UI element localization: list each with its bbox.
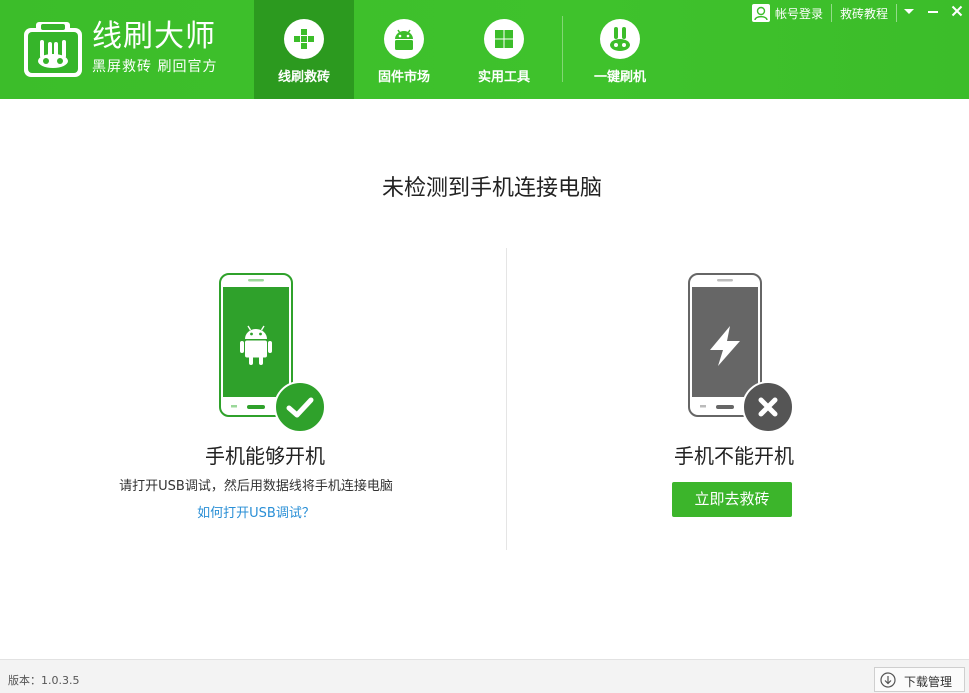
rescue-now-button[interactable]: 立即去救砖	[672, 482, 792, 517]
tab-flash-rescue[interactable]: 线刷救砖	[254, 0, 354, 99]
tab-label: 实用工具	[477, 70, 530, 85]
unbootable-title: 手机不能开机	[674, 444, 794, 468]
tab-label: 固件市场	[377, 70, 430, 85]
download-icon	[880, 672, 896, 688]
tab-one-click-flash[interactable]: 一键刷机	[570, 0, 670, 99]
rescue-tutorial-link[interactable]: 救砖教程	[832, 0, 896, 26]
login-label: 帐号登录	[774, 6, 823, 21]
grid-icon	[484, 19, 524, 59]
plus-cross-icon	[284, 19, 324, 59]
app-logo	[24, 22, 82, 77]
vertical-divider	[506, 248, 507, 550]
user-icon	[751, 4, 770, 22]
close-icon	[951, 5, 963, 17]
tutorial-label: 救砖教程	[839, 7, 888, 21]
minimize-icon	[928, 11, 938, 13]
cross-badge-icon	[742, 381, 794, 437]
bootable-title: 手机能够开机	[205, 444, 325, 468]
tab-utility-tools[interactable]: 实用工具	[454, 0, 554, 99]
close-button[interactable]	[945, 0, 969, 26]
rabbit-icon	[600, 19, 640, 59]
chevron-down-icon	[904, 9, 914, 14]
tab-label: 线刷救砖	[277, 70, 330, 85]
check-badge-icon	[274, 381, 326, 437]
usb-debug-instruction: 请打开USB调试，然后用数据线将手机连接电脑	[119, 479, 393, 494]
download-manager-button[interactable]: 下载管理	[874, 667, 965, 692]
account-login-button[interactable]: 帐号登录	[748, 0, 831, 26]
menu-dropdown-button[interactable]	[897, 0, 921, 26]
download-manager-label: 下载管理	[904, 675, 953, 689]
main-nav: 线刷救砖 固件市场 实用工具 一键刷机	[254, 0, 670, 99]
status-title: 未检测到手机连接电脑	[381, 176, 602, 201]
nav-separator	[554, 0, 570, 99]
android-icon	[384, 19, 424, 59]
tab-firmware-market[interactable]: 固件市场	[354, 0, 454, 99]
version-label: 版本：1.0.3.5	[8, 674, 80, 687]
top-toolbar: 帐号登录 救砖教程	[748, 0, 969, 26]
brand-slogan: 黑屏救砖 刷回官方	[92, 59, 218, 75]
status-bar: 版本：1.0.3.5 下载管理	[0, 659, 969, 693]
tab-label: 一键刷机	[593, 70, 646, 85]
how-to-enable-usb-debug-link[interactable]: 如何打开USB调试？	[150, 502, 362, 521]
minimize-button[interactable]	[921, 0, 945, 26]
app-header: 线刷大师 黑屏救砖 刷回官方 线刷救砖 固件市场 实用工具 一键刷机 帐号登录 …	[0, 0, 969, 99]
brand-name: 线刷大师	[92, 19, 216, 54]
